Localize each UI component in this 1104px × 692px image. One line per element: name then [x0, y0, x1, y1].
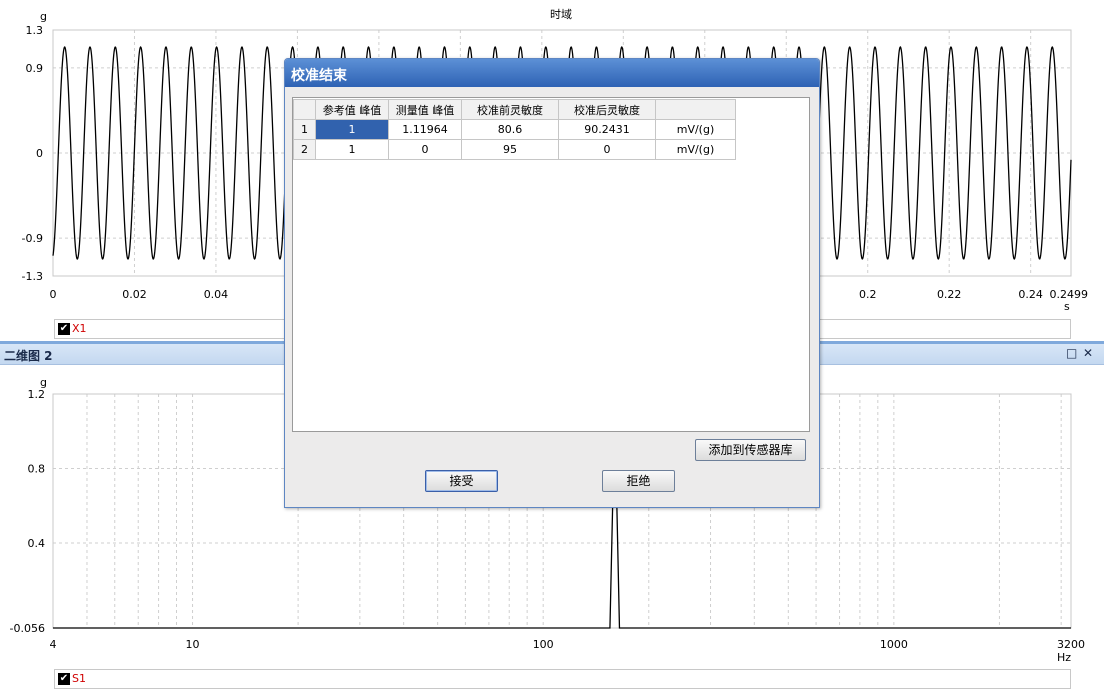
- x-tick-label: 0.2: [859, 288, 877, 301]
- y-tick-label: 1.2: [28, 388, 46, 401]
- table-cell[interactable]: 95: [461, 139, 559, 160]
- table-header-row: 参考值 峰值 测量值 峰值 校准前灵敏度 校准后灵敏度: [293, 99, 736, 120]
- column-header[interactable]: [655, 99, 736, 120]
- table-cell[interactable]: 90.2431: [558, 119, 656, 140]
- dialog-title: 校准结束: [291, 68, 347, 84]
- y-tick-label: -0.056: [10, 622, 45, 635]
- y-tick-label: 0: [36, 147, 43, 160]
- x-unit-label: Hz: [1057, 651, 1071, 664]
- table-cell[interactable]: mV/(g): [655, 139, 736, 160]
- row-header[interactable]: 1: [293, 119, 316, 140]
- maximize-icon[interactable]: □: [1066, 346, 1077, 360]
- row-header[interactable]: 2: [293, 139, 316, 160]
- calibration-dialog: 校准结束 参考值 峰值 测量值 峰值 校准前灵敏度 校准后灵敏度 1 1 1.1…: [284, 58, 820, 508]
- close-icon[interactable]: ✕: [1083, 346, 1093, 360]
- x-tick-label: 0.22: [937, 288, 962, 301]
- reject-button[interactable]: 拒绝: [602, 470, 675, 492]
- x-tick-label: 100: [533, 638, 554, 651]
- table-cell[interactable]: 1: [315, 119, 389, 140]
- x-tick-label: 0.04: [204, 288, 229, 301]
- s1-visibility-checkbox[interactable]: ✔: [58, 673, 70, 685]
- x-unit-label: s: [1064, 300, 1070, 313]
- y-tick-label: 0.9: [26, 62, 44, 75]
- y-tick-label: 0.4: [28, 537, 46, 550]
- x-tick-label: 1000: [880, 638, 908, 651]
- table-cell[interactable]: 80.6: [461, 119, 559, 140]
- table-row[interactable]: 1 1 1.11964 80.6 90.2431 mV/(g): [293, 119, 736, 140]
- y-tick-label: 0.8: [28, 463, 46, 476]
- legend-label-s1: S1: [72, 672, 86, 685]
- x-tick-label: 3200: [1057, 638, 1085, 651]
- results-table: 参考值 峰值 测量值 峰值 校准前灵敏度 校准后灵敏度 1 1 1.11964 …: [293, 99, 736, 160]
- x1-visibility-checkbox[interactable]: ✔: [58, 323, 70, 335]
- chart-title: 时域: [550, 8, 572, 21]
- table-cell[interactable]: mV/(g): [655, 119, 736, 140]
- table-cell[interactable]: 1: [315, 139, 389, 160]
- table-row[interactable]: 2 1 0 95 0 mV/(g): [293, 139, 736, 160]
- accept-button[interactable]: 接受: [425, 470, 498, 492]
- x-tick-label: 0: [50, 288, 57, 301]
- legend-label-x1: X1: [72, 322, 87, 335]
- y-tick-label: 1.3: [26, 24, 44, 37]
- x-tick-label: 10: [186, 638, 200, 651]
- y-tick-label: -1.3: [22, 270, 43, 283]
- x-tick-label: 0.02: [122, 288, 147, 301]
- x-tick-label: 0.24: [1018, 288, 1043, 301]
- add-to-sensor-library-button[interactable]: 添加到传感器库: [695, 439, 806, 461]
- corner-cell: [293, 99, 316, 120]
- results-table-area: 参考值 峰值 测量值 峰值 校准前灵敏度 校准后灵敏度 1 1 1.11964 …: [292, 97, 810, 432]
- column-header[interactable]: 测量值 峰值: [388, 99, 462, 120]
- panel-title: 二维图 2: [4, 349, 53, 363]
- x-tick-label: 4: [50, 638, 57, 651]
- table-cell[interactable]: 0: [388, 139, 462, 160]
- table-cell[interactable]: 0: [558, 139, 656, 160]
- table-cell[interactable]: 1.11964: [388, 119, 462, 140]
- column-header[interactable]: 校准后灵敏度: [558, 99, 656, 120]
- column-header[interactable]: 参考值 峰值: [315, 99, 389, 120]
- y-unit-label: g: [40, 10, 47, 23]
- dialog-titlebar[interactable]: 校准结束: [285, 59, 819, 87]
- y-tick-label: -0.9: [22, 232, 43, 245]
- bottom-legend: ✔ S1: [54, 669, 1071, 689]
- column-header[interactable]: 校准前灵敏度: [461, 99, 559, 120]
